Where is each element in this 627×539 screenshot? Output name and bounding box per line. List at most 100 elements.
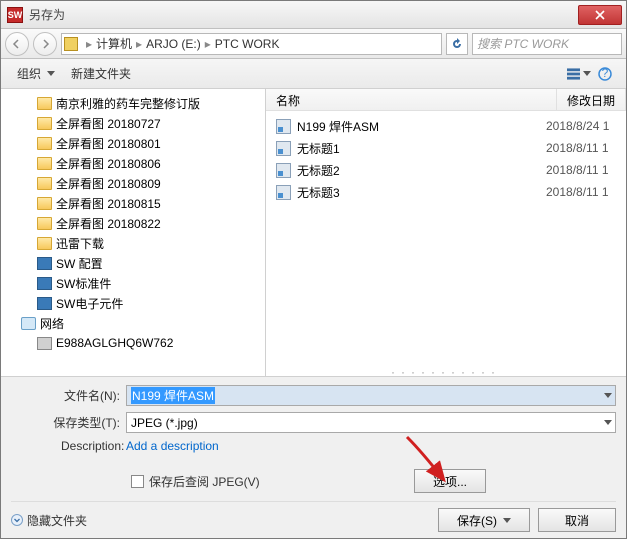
organize-button[interactable]: 组织 (9, 63, 63, 84)
tree-item[interactable]: 全屏看图 20180727 (1, 113, 265, 133)
file-name: 无标题2 (297, 162, 340, 179)
breadcrumb-segment[interactable]: 计算机 (96, 35, 132, 52)
file-icon (276, 119, 291, 134)
view-icon (567, 68, 580, 80)
tree-item[interactable]: 全屏看图 20180806 (1, 153, 265, 173)
tree-item[interactable]: 全屏看图 20180801 (1, 133, 265, 153)
chevron-down-icon (503, 518, 511, 523)
sw-icon (37, 297, 52, 310)
file-icon (276, 141, 291, 156)
new-folder-button[interactable]: 新建文件夹 (63, 63, 139, 84)
chevron-down-icon[interactable] (598, 414, 614, 431)
view-button[interactable] (566, 63, 592, 85)
body: 南京利雅的药车完整修订版全屏看图 20180727 全屏看图 20180801 全屏… (1, 89, 626, 376)
close-icon (595, 10, 605, 20)
help-button[interactable]: ? (592, 63, 618, 85)
savetype-field[interactable]: JPEG (*.jpg) (126, 412, 616, 433)
search-placeholder: 搜索 PTC WORK (477, 35, 569, 52)
file-row[interactable]: 无标题32018/8/11 1 (266, 181, 626, 203)
arrow-left-icon (12, 39, 22, 49)
file-date: 2018/8/11 1 (546, 141, 626, 155)
tree-item-label: 迅雷下载 (56, 235, 104, 252)
back-button[interactable] (5, 32, 29, 56)
folder-icon (37, 237, 52, 250)
file-row[interactable]: N199 焊件ASM2018/8/24 1 (266, 115, 626, 137)
navbar: ▸ 计算机 ▸ ARJO (E:) ▸ PTC WORK 搜索 PTC WORK (1, 29, 626, 59)
folder-tree[interactable]: 南京利雅的药车完整修订版全屏看图 20180727 全屏看图 20180801 全屏… (1, 89, 266, 376)
chevron-down-icon (11, 514, 23, 526)
filename-label: 文件名(N): (11, 387, 126, 404)
tree-item-label: SW标准件 (56, 275, 111, 292)
tree-item[interactable]: SW标准件 (1, 273, 265, 293)
sizer[interactable]: ··········· (266, 368, 626, 376)
tree-item-label: 全屏看图 20180815 (56, 195, 161, 212)
checkbox-icon (131, 475, 144, 488)
file-icon (276, 163, 291, 178)
breadcrumb[interactable]: ▸ 计算机 ▸ ARJO (E:) ▸ PTC WORK (61, 33, 442, 55)
folder-icon (37, 97, 52, 110)
review-checkbox[interactable]: 保存后查阅 JPEG(V) (131, 473, 260, 490)
tree-item[interactable]: 全屏看图 20180815 (1, 193, 265, 213)
refresh-icon (451, 38, 463, 50)
network-icon (21, 317, 36, 330)
forward-button[interactable] (33, 32, 57, 56)
tree-item[interactable]: 网络 (1, 313, 265, 333)
tree-item-label: 全屏看图 20180727 (56, 115, 161, 132)
hide-folders-button[interactable]: 隐藏文件夹 (11, 512, 87, 529)
search-input[interactable]: 搜索 PTC WORK (472, 33, 622, 55)
tree-item[interactable]: 迅雷下载 (1, 233, 265, 253)
description-link[interactable]: Add a description (126, 439, 219, 453)
col-name[interactable]: 名称 (266, 89, 557, 110)
sw-icon (37, 277, 52, 290)
refresh-button[interactable] (446, 33, 468, 55)
sw-icon (37, 257, 52, 270)
file-date: 2018/8/11 1 (546, 185, 626, 199)
folder-icon (37, 137, 52, 150)
cancel-button[interactable]: 取消 (538, 508, 616, 532)
breadcrumb-sep-icon: ▸ (205, 37, 211, 51)
window-title: 另存为 (29, 6, 578, 23)
folder-icon (37, 197, 52, 210)
file-date: 2018/8/24 1 (546, 119, 626, 133)
close-button[interactable] (578, 5, 622, 25)
options-button[interactable]: 选项... (414, 469, 486, 493)
file-row[interactable]: 无标题2 2018/8/11 1 (266, 159, 626, 181)
file-header: 名称 修改日期 (266, 89, 626, 111)
tree-item[interactable]: SW电子元件 (1, 293, 265, 313)
file-name: 无标题1 (297, 140, 340, 157)
chevron-down-icon (47, 71, 55, 76)
file-list[interactable]: N199 焊件ASM2018/8/24 1无标题12018/8/11 1无标题2… (266, 111, 626, 368)
chevron-down-icon[interactable] (598, 387, 614, 404)
toolbar: 组织 新建文件夹 ? (1, 59, 626, 89)
folder-icon (37, 157, 52, 170)
col-date[interactable]: 修改日期 (557, 89, 626, 110)
tree-item-label: 全屏看图 20180809 (56, 175, 161, 192)
breadcrumb-sep-icon: ▸ (136, 37, 142, 51)
savetype-label: 保存类型(T): (11, 414, 126, 431)
folder-icon (37, 177, 52, 190)
breadcrumb-segment[interactable]: ARJO (E:) (146, 37, 201, 51)
tree-item-label: 网络 (40, 315, 64, 332)
tree-item[interactable]: 全屏看图 20180822 (1, 213, 265, 233)
tree-item-label: 全屏看图 20180806 (56, 155, 161, 172)
tree-item[interactable]: SW 配置 (1, 253, 265, 273)
savetype-value: JPEG (*.jpg) (131, 416, 198, 430)
tree-item-label: 全屏看图 20180801 (56, 135, 161, 152)
drive-icon (64, 37, 78, 51)
breadcrumb-segment[interactable]: PTC WORK (215, 37, 280, 51)
titlebar: SW 另存为 (1, 1, 626, 29)
description-label: Description: (11, 439, 126, 453)
file-row[interactable]: 无标题1 2018/8/11 1 (266, 137, 626, 159)
file-date: 2018/8/11 1 (546, 163, 626, 177)
tree-item[interactable]: E988AGLGHQ6W762 (1, 333, 265, 353)
bottom-panel: 文件名(N): N199 焊件ASM 保存类型(T): JPEG (*.jpg)… (1, 376, 626, 538)
chevron-down-icon (583, 71, 591, 76)
help-icon: ? (598, 67, 612, 81)
filename-value: N199 焊件ASM (131, 387, 215, 404)
svg-text:?: ? (602, 67, 609, 80)
tree-item[interactable]: 南京利雅的药车完整修订版 (1, 93, 265, 113)
footer: 隐藏文件夹 保存(S) 取消 (11, 501, 616, 532)
filename-field[interactable]: N199 焊件ASM (126, 385, 616, 406)
tree-item[interactable]: 全屏看图 20180809 (1, 173, 265, 193)
save-button[interactable]: 保存(S) (438, 508, 530, 532)
